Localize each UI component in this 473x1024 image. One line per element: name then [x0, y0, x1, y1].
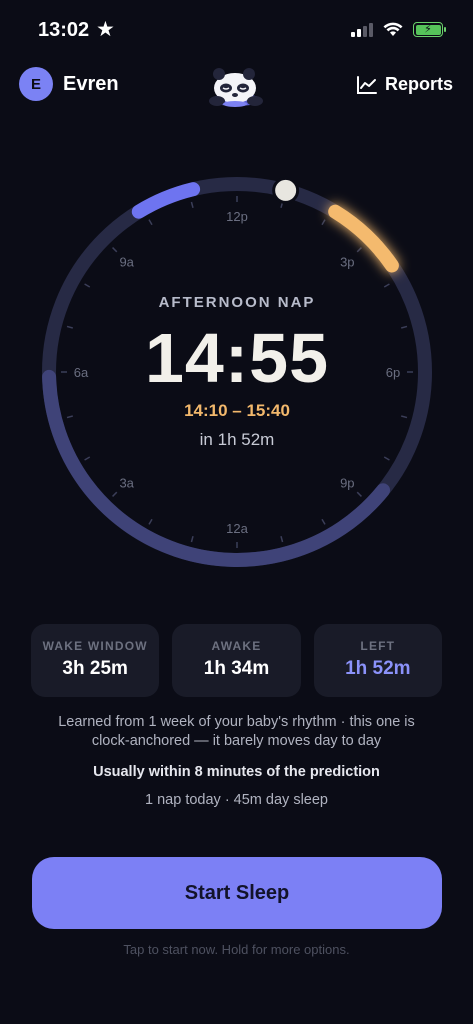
- stats-row: WAKE WINDOW 3h 25m AWAKE 1h 34m LEFT 1h …: [31, 624, 442, 697]
- reports-button[interactable]: Reports: [356, 74, 453, 95]
- dial-center: AFTERNOON NAP 14:55 14:10 – 15:40 in 1h …: [40, 175, 434, 569]
- learned-line-2: clock-anchored — it barely moves day to …: [91, 733, 382, 749]
- status-time: 13:02: [38, 19, 90, 41]
- stat-label: AWAKE: [211, 639, 262, 653]
- nap-window-range: 14:10 – 15:40: [184, 401, 290, 420]
- status-icons: ⚡: [351, 22, 446, 37]
- avatar: E: [19, 67, 53, 101]
- learned-line-1: Learned from 1 week of your baby's rhyth…: [58, 714, 415, 730]
- stat-wake-window: WAKE WINDOW 3h 25m: [31, 624, 160, 697]
- today-summary: 1 nap today · 45m day sleep: [145, 792, 328, 808]
- reports-label: Reports: [384, 74, 453, 94]
- status-bar: 13:02 ★ ⚡: [0, 0, 473, 60]
- sleep-clock-dial: 12p 3p 6p 9p 12a 3a 6a 9a AFTERNOON NAP 14:55 1…: [40, 175, 434, 569]
- stat-left: LEFT 1h 52m: [313, 624, 442, 697]
- stat-value: 3h 25m: [62, 658, 128, 679]
- sleeping-panda-logo: [209, 68, 263, 107]
- stat-label: LEFT: [360, 639, 396, 653]
- nap-countdown: in 1h 52m: [199, 430, 275, 449]
- start-sleep-button[interactable]: Start Sleep: [32, 857, 442, 929]
- profile-button[interactable]: E Evren: [19, 67, 119, 101]
- star-icon: ★: [96, 18, 115, 41]
- start-sleep-hint: Tap to start now. Hold for more options.: [123, 942, 350, 957]
- predicted-nap-time: 14:55: [144, 319, 330, 397]
- stat-awake: AWAKE 1h 34m: [172, 624, 301, 697]
- stat-value: 1h 34m: [203, 658, 270, 679]
- chart-line-icon: [356, 75, 377, 94]
- stat-label: WAKE WINDOW: [42, 639, 148, 653]
- battery-charging-icon: ⚡: [413, 22, 446, 37]
- signal-icon: [351, 22, 373, 37]
- learned-text: Learned from 1 week of your baby's rhyth…: [0, 713, 473, 751]
- header: E Evren Reports: [0, 62, 473, 110]
- profile-name: Evren: [63, 72, 119, 95]
- stat-value: 1h 52m: [345, 658, 411, 679]
- prediction-info: Learned from 1 week of your baby's rhyth…: [0, 713, 473, 808]
- wifi-icon: [383, 22, 403, 36]
- nap-label: AFTERNOON NAP: [158, 294, 316, 311]
- accuracy-text: Usually within 8 minutes of the predicti…: [93, 764, 380, 780]
